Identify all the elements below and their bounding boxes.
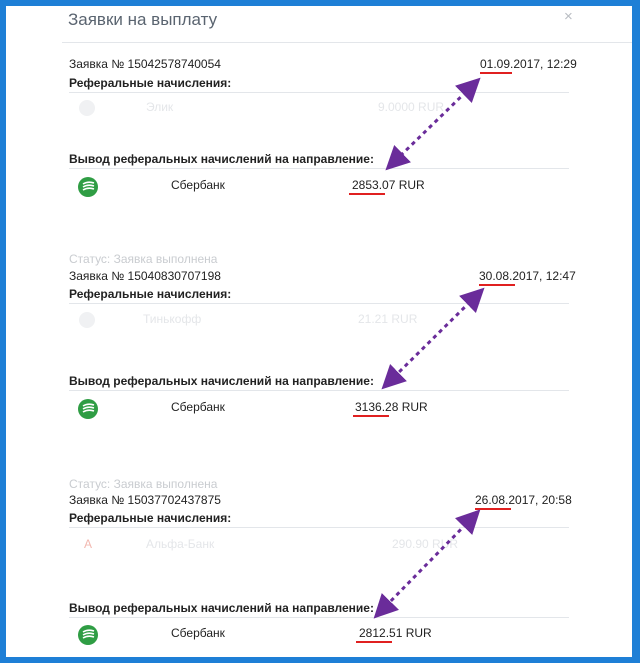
annotation-arrows bbox=[373, 77, 485, 619]
arrow-1 bbox=[385, 77, 481, 171]
arrow-2 bbox=[381, 287, 485, 390]
arrow-3 bbox=[373, 509, 481, 619]
payout-requests-modal: Заявки на выплату × Заявка № 15042578740… bbox=[6, 6, 632, 657]
